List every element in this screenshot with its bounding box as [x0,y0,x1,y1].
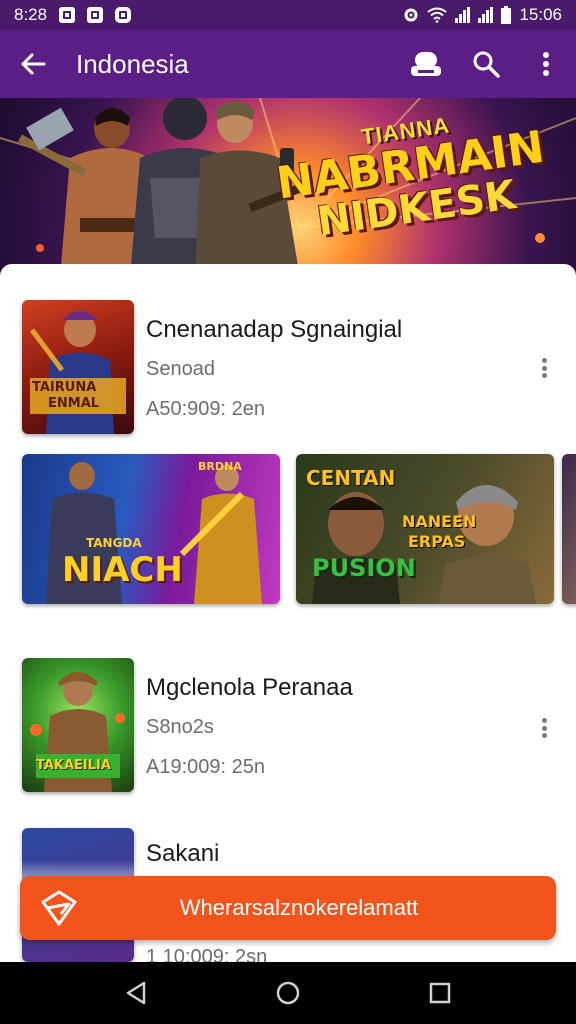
profile-icon [411,52,441,76]
content-sheet: TAIRUNA ENMAL Cnenanadap Sgnaingial Seno… [0,264,576,964]
item-meta: A19:009: 25n [146,756,265,778]
nav-back-icon [126,981,146,1005]
status-bar: 8:28 15:06 [0,0,576,30]
back-button[interactable] [0,30,66,98]
carousel-card[interactable]: CENTAN NANEEN ERPAS PUSION [296,454,554,604]
cta-label: Wherarsalznokerelamatt [179,895,419,920]
card-caption: NIACH [62,550,183,590]
nav-recents-button[interactable] [410,963,470,1023]
item-more-button[interactable] [534,714,554,742]
more-button[interactable] [516,30,576,98]
battery-icon [501,6,512,24]
item-title: Cnenanadap Sgnaingial [146,316,403,343]
item-more-button[interactable] [534,354,554,382]
gift-icon [41,890,77,926]
list-item[interactable]: TAIRUNA ENMAL Cnenanadap Sgnaingial Seno… [0,300,576,440]
carousel-card[interactable]: TANGDA NIACH BRDNA [22,454,280,604]
notification-icon [87,7,104,23]
card-caption: ERPAS [408,532,466,551]
back-arrow-icon [21,53,46,75]
nav-home-button[interactable] [258,963,318,1023]
thumb-caption: TAKAEILIA [36,758,111,773]
profile-button[interactable] [396,30,456,98]
card-caption: TANGDA [86,536,142,550]
game-art-image [30,311,126,434]
item-subtitle: Senoad [146,358,215,380]
thumb-caption: TAIRUNA [32,380,97,395]
signal-icon [455,7,471,23]
item-thumbnail: TAIRUNA ENMAL [22,300,134,434]
carousel[interactable]: TANGDA NIACH BRDNA CENTAN NANEEN ERPAS P… [22,454,576,604]
item-thumbnail: TAKAEILIA [22,658,134,792]
search-icon [473,51,500,78]
settings-icon [404,8,418,22]
thumb-caption: ENMAL [48,396,100,411]
cta-icon-wrap [36,885,82,931]
carousel-card[interactable] [562,454,576,604]
notification-icon [115,7,132,23]
nav-recents-icon [429,982,451,1004]
status-clock: 15:06 [519,5,562,24]
app-bar: Indonesia [0,30,576,98]
card-caption: PUSION [312,554,416,582]
item-subtitle: S8no2s [146,716,214,738]
card-caption: NANEEN [402,512,477,531]
page-title: Indonesia [76,48,189,79]
nav-back-button[interactable] [106,963,166,1023]
status-time: 8:28 [14,5,48,24]
hero-banner[interactable]: TIANNA NABRMAIN NIDKESK [0,98,576,278]
search-button[interactable] [456,30,516,98]
wifi-icon [427,7,448,23]
more-vert-icon [543,52,549,76]
notification-icon [59,7,76,23]
item-title: Mgclenola Peranaa [146,674,353,701]
system-nav-bar [0,962,576,1024]
signal-icon [478,7,494,23]
card-caption: CENTAN [306,466,396,490]
nav-home-icon [276,981,300,1005]
item-meta: A50:909: 2en [146,398,265,420]
card-caption: BRDNA [198,460,242,473]
list-item[interactable]: TAKAEILIA Mgclenola Peranaa S8no2s A19:0… [0,658,576,798]
cta-button[interactable]: Wherarsalznokerelamatt [20,876,556,940]
